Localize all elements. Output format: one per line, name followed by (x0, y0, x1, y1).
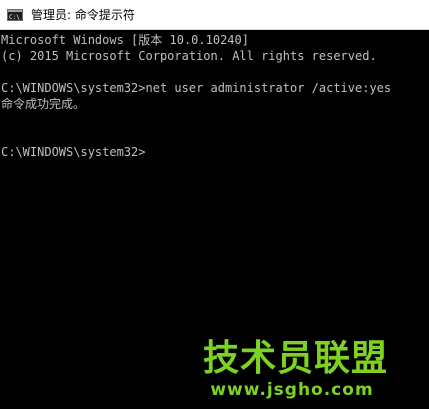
command-prompt-window: C:\ 管理员: 命令提示符 Microsoft Windows [版本 10.… (0, 0, 429, 409)
watermark: 技术员联盟 www.jsgho.com (203, 338, 389, 401)
console-line: 命令成功完成。 (1, 97, 86, 111)
console-line: (c) 2015 Microsoft Corporation. All righ… (1, 49, 377, 63)
title-bar[interactable]: C:\ 管理员: 命令提示符 (0, 0, 429, 30)
console-line: C:\WINDOWS\system32>net user administrat… (1, 81, 392, 95)
svg-text:C:\: C:\ (9, 14, 20, 21)
watermark-logo: 技术员联盟 (203, 338, 389, 379)
console-prompt-line: C:\WINDOWS\system32> (1, 145, 146, 159)
window-title: 管理员: 命令提示符 (31, 8, 135, 22)
console-line: Microsoft Windows [版本 10.0.10240] (1, 33, 249, 47)
watermark-url: www.jsgho.com (210, 380, 374, 400)
cmd-icon: C:\ (7, 8, 23, 21)
